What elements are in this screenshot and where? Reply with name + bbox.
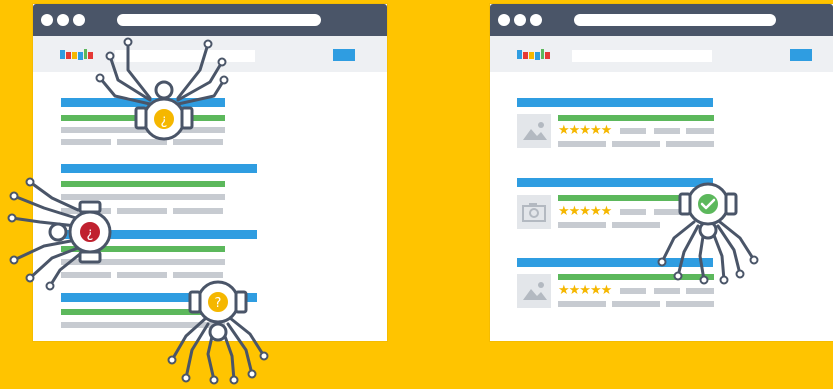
spider-badge-glyph: ? [215, 296, 222, 311]
spider-badge-glyph: ¿ [87, 226, 94, 241]
leg-node-icon [167, 351, 269, 385]
leg-node-icon [657, 255, 759, 285]
crawler-overlay: ¿ ¿ ? [7, 37, 759, 385]
spider-robot-icon [10, 180, 112, 288]
spider-robot-icon [660, 182, 756, 282]
spider-badge-glyph: ¿ [161, 113, 168, 128]
